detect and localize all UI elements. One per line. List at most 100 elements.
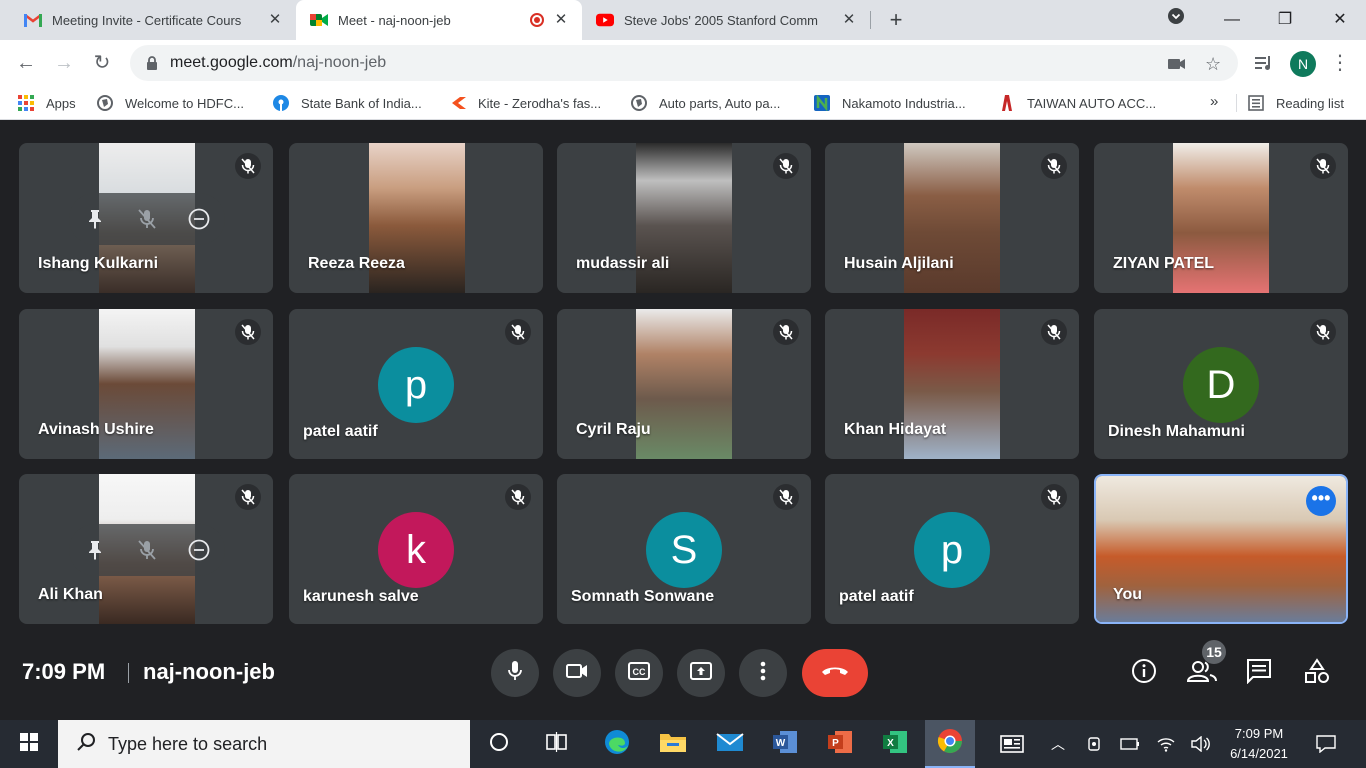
mute-participant-icon[interactable]: [135, 207, 159, 231]
bookmark-label: Kite - Zerodha's fas...: [478, 95, 602, 111]
more-options-icon[interactable]: •••: [1306, 486, 1336, 516]
taskbar-file-explorer[interactable]: [648, 720, 698, 768]
participant-tile[interactable]: p patel aatif: [825, 474, 1079, 624]
captions-button[interactable]: CC: [615, 649, 663, 697]
taskbar-edge[interactable]: [592, 720, 642, 768]
participant-tile[interactable]: D Dinesh Mahamuni: [1094, 309, 1348, 459]
participant-tile[interactable]: mudassir ali: [557, 143, 811, 293]
participant-tile[interactable]: Avinash Ushire: [19, 309, 273, 459]
participant-tile[interactable]: Ali Khan: [19, 474, 273, 624]
present-screen-button[interactable]: [677, 649, 725, 697]
self-view-tile[interactable]: ••• You: [1094, 474, 1348, 624]
bookmark-kite[interactable]: Kite - Zerodha's fas...: [450, 93, 601, 113]
wifi-icon[interactable]: [1156, 734, 1176, 754]
more-options-button[interactable]: [739, 649, 787, 697]
taskbar-chrome[interactable]: [925, 720, 975, 768]
taskbar-mail[interactable]: [705, 720, 755, 768]
profile-avatar[interactable]: N: [1290, 51, 1316, 77]
pin-icon[interactable]: [83, 538, 107, 562]
media-control-icon[interactable]: [1252, 51, 1276, 75]
tab-gmail[interactable]: Meeting Invite - Certificate Cours ✕: [0, 0, 296, 40]
info-icon: [1131, 658, 1157, 689]
new-tab-button[interactable]: +: [884, 9, 908, 33]
bookmark-hdfc[interactable]: Welcome to HDFC...: [97, 93, 244, 113]
system-clock[interactable]: 7:09 PM 6/14/2021: [1222, 724, 1296, 764]
remove-participant-icon[interactable]: [187, 207, 211, 231]
participant-name: mudassir ali: [576, 255, 670, 272]
participant-tile[interactable]: ZIYAN PATEL: [1094, 143, 1348, 293]
notifications-icon[interactable]: [1316, 734, 1336, 754]
volume-icon[interactable]: [1190, 734, 1210, 754]
meet-now-icon[interactable]: [1085, 734, 1105, 754]
back-button[interactable]: ←: [14, 51, 38, 75]
participant-tile[interactable]: Reeza Reeza: [289, 143, 543, 293]
bookmark-star-icon[interactable]: ☆: [1205, 54, 1225, 74]
youtube-icon: [596, 11, 614, 29]
bookmark-label: Auto parts, Auto pa...: [659, 95, 781, 111]
lock-icon[interactable]: [146, 56, 158, 75]
cortana-button[interactable]: [474, 720, 524, 768]
mic-off-icon: [235, 319, 261, 345]
pin-icon[interactable]: [83, 207, 107, 231]
reading-list-button[interactable]: Reading list: [1248, 93, 1344, 113]
taskbar-word[interactable]: W: [760, 720, 810, 768]
svg-text:CC: CC: [633, 667, 646, 677]
end-call-button[interactable]: [802, 649, 868, 697]
close-tab-icon[interactable]: ✕: [552, 11, 570, 29]
tile-hover-controls: [69, 524, 225, 576]
participant-tile[interactable]: Khan Hidayat: [825, 309, 1079, 459]
close-tab-icon[interactable]: ✕: [840, 11, 858, 29]
close-tab-icon[interactable]: ✕: [266, 11, 284, 29]
participant-name: Cyril Raju: [576, 421, 651, 438]
chrome-menu-icon[interactable]: ⋮: [1330, 51, 1350, 75]
microphone-button[interactable]: [491, 649, 539, 697]
participant-tile[interactable]: S Somnath Sonwane: [557, 474, 811, 624]
minimize-button[interactable]: —: [1220, 8, 1244, 32]
tab-meet[interactable]: Meet - naj-noon-jeb ✕: [296, 0, 582, 40]
restore-button[interactable]: ❐: [1273, 8, 1297, 32]
battery-icon[interactable]: [1120, 734, 1140, 754]
bookmark-sbi[interactable]: State Bank of India...: [273, 93, 422, 113]
participant-tile[interactable]: Husain Aljilani: [825, 143, 1079, 293]
chat-button[interactable]: [1244, 658, 1274, 688]
bookmark-apps[interactable]: Apps: [18, 93, 76, 113]
url-host: meet.google.com: [170, 54, 293, 71]
url-path: /naj-noon-jeb: [292, 54, 387, 71]
participant-tile[interactable]: Cyril Raju: [557, 309, 811, 459]
taskbar-powerpoint[interactable]: P: [815, 720, 865, 768]
activities-button[interactable]: [1302, 657, 1332, 688]
bookmark-nakamoto[interactable]: Nakamoto Industria...: [814, 93, 966, 113]
bookmark-label: Welcome to HDFC...: [125, 95, 244, 111]
sbi-logo-icon: [273, 95, 289, 111]
camera-button[interactable]: [553, 649, 601, 697]
participant-name: Dinesh Mahamuni: [1108, 423, 1245, 440]
mute-participant-icon[interactable]: [135, 538, 159, 562]
task-view-button[interactable]: [532, 720, 582, 768]
address-bar[interactable]: meet.google.com/naj-noon-jeb ☆: [130, 45, 1238, 81]
reload-button[interactable]: ↻: [90, 51, 114, 75]
bookmark-taiwan-auto[interactable]: TAIWAN AUTO ACC...: [999, 93, 1156, 113]
svg-text:W: W: [776, 738, 786, 749]
start-button[interactable]: [0, 720, 58, 768]
news-widget-icon[interactable]: [1000, 734, 1024, 754]
participant-name: Ishang Kulkarni: [38, 255, 159, 272]
close-window-button[interactable]: ✕: [1328, 8, 1352, 32]
participant-tile[interactable]: Ishang Kulkarni: [19, 143, 273, 293]
bookmarks-overflow-button[interactable]: »: [1210, 93, 1218, 110]
tab-search-icon[interactable]: [1164, 8, 1188, 32]
taskbar-excel[interactable]: X: [870, 720, 920, 768]
show-hidden-icons-chevron-icon[interactable]: ︿: [1048, 734, 1068, 754]
reading-list-icon: [1248, 95, 1264, 111]
taskbar-search[interactable]: Type here to search: [58, 720, 470, 768]
participant-tile[interactable]: k karunesh salve: [289, 474, 543, 624]
camera-in-use-icon[interactable]: [1168, 54, 1188, 74]
participant-tile[interactable]: p patel aatif: [289, 309, 543, 459]
bookmark-label: TAIWAN AUTO ACC...: [1027, 95, 1157, 111]
tab-youtube[interactable]: Steve Jobs' 2005 Stanford Comm ✕: [582, 0, 870, 40]
bookmark-auto-parts[interactable]: Auto parts, Auto pa...: [631, 93, 780, 113]
meeting-details-button[interactable]: [1129, 658, 1159, 688]
forward-button[interactable]: →: [52, 51, 76, 75]
remove-participant-icon[interactable]: [187, 538, 211, 562]
mic-off-icon: [773, 153, 799, 179]
tile-hover-controls: [69, 193, 225, 245]
